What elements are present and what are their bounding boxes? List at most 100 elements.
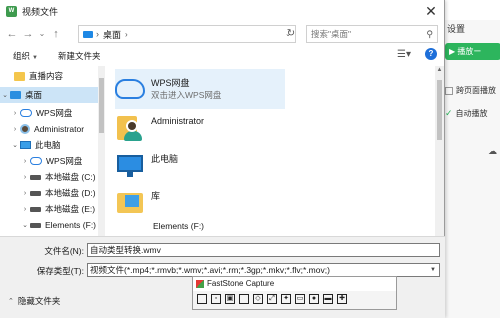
address-box[interactable]: › 桌面 › ⌄ bbox=[78, 25, 296, 43]
savetype-select[interactable]: 视频文件(*.mp4;*.rmvb;*.wmv;*.avi;*.rm;*.3gp… bbox=[87, 263, 440, 277]
desktop-icon bbox=[10, 91, 21, 99]
new-folder-button[interactable]: 新建文件夹 bbox=[58, 50, 101, 62]
navigation-pane: 直播内容 ⌄ 桌面 › WPS网盘 › Administrator ⌄ 此电脑 … bbox=[0, 66, 105, 236]
search-icon[interactable]: ⚲ bbox=[426, 26, 433, 42]
faststone-title: FastStone Capture bbox=[207, 279, 275, 288]
filename-value: 自动类型转换.wmv bbox=[90, 245, 161, 255]
nav-item-this-pc[interactable]: ⌄ 此电脑 bbox=[10, 137, 60, 153]
option-cross-page[interactable]: 跨页面播放 bbox=[445, 85, 496, 96]
nav-label: Administrator bbox=[34, 124, 85, 134]
chevron-right-icon[interactable]: › bbox=[10, 126, 20, 133]
capture-scroll-icon[interactable]: ✦ bbox=[281, 294, 291, 304]
user-folder-icon bbox=[115, 112, 145, 142]
address-location[interactable]: 桌面 bbox=[103, 28, 121, 41]
chevron-right-icon[interactable]: › bbox=[20, 206, 30, 213]
play-button[interactable]: ▶ 播放ー bbox=[445, 43, 500, 60]
capture-fullscreen-icon[interactable]: ⤢ bbox=[267, 294, 277, 304]
nav-item-wps-cloud[interactable]: › WPS网盘 bbox=[10, 105, 73, 121]
nav-item-desktop[interactable]: ⌄ 桌面 bbox=[0, 87, 98, 103]
capture-window-icon[interactable]: ▫ bbox=[211, 294, 221, 304]
file-scrollbar[interactable]: ▲ bbox=[435, 66, 444, 236]
cloud-icon bbox=[115, 74, 145, 104]
file-name: Administrator bbox=[151, 116, 205, 126]
capture-rect-icon[interactable] bbox=[239, 294, 249, 304]
nav-label: WPS网盘 bbox=[36, 108, 73, 118]
filename-input[interactable]: 自动类型转换.wmv bbox=[87, 243, 440, 257]
settings-label: 设置 bbox=[447, 24, 466, 34]
file-item-library[interactable]: 库 bbox=[115, 182, 285, 222]
nav-scroll-thumb[interactable] bbox=[99, 78, 104, 133]
capture-fixed-icon[interactable]: ▭ bbox=[295, 294, 305, 304]
address-chevron[interactable]: › bbox=[125, 30, 128, 39]
faststone-titlebar[interactable]: FastStone Capture bbox=[193, 277, 396, 291]
disk-icon bbox=[30, 206, 41, 212]
nav-label: 桌面 bbox=[25, 90, 43, 100]
settings-icon[interactable]: ✚ bbox=[337, 294, 347, 304]
savetype-label: 保存类型(T): bbox=[36, 266, 84, 276]
search-input[interactable]: 搜索"桌面" ⚲ bbox=[306, 25, 438, 43]
close-button[interactable]: ✕ bbox=[422, 2, 440, 20]
file-item-this-pc[interactable]: 此电脑 bbox=[115, 145, 285, 185]
nav-label: 本地磁盘 (C:) bbox=[45, 172, 96, 182]
library-icon bbox=[115, 187, 145, 217]
cloud-icon bbox=[30, 157, 42, 165]
recent-dropdown-icon[interactable]: ⌄ bbox=[36, 25, 48, 43]
file-list-pane: WPS网盘 双击进入WPS网盘 Administrator 此电脑 库 Elem… bbox=[109, 66, 435, 236]
open-icon[interactable] bbox=[197, 294, 207, 304]
chevron-right-icon[interactable]: › bbox=[20, 174, 30, 181]
nav-item-disk-e[interactable]: › 本地磁盘 (E:) bbox=[20, 201, 95, 217]
nav-item-live-content[interactable]: 直播内容 bbox=[14, 68, 63, 84]
chevron-right-icon[interactable]: › bbox=[20, 190, 30, 197]
nav-item-administrator[interactable]: › Administrator bbox=[10, 121, 84, 137]
nav-item-disk-f[interactable]: ⌄ Elements (F:) bbox=[20, 217, 96, 233]
scroll-up-icon[interactable]: ▲ bbox=[436, 67, 443, 73]
background-app-panel: 设置 ▶ 播放ー 跨页面播放 ✓ 自动播放 ☁ bbox=[440, 0, 500, 318]
chevron-down-icon[interactable]: ⌄ bbox=[10, 141, 20, 149]
forward-arrow-icon[interactable]: → bbox=[20, 25, 36, 43]
file-item-elements[interactable]: Elements (F:) bbox=[153, 221, 204, 231]
output-icon[interactable]: ▬ bbox=[323, 294, 333, 304]
view-options-icon[interactable]: ☰▾ bbox=[397, 49, 411, 60]
check-icon[interactable]: ✓ bbox=[445, 108, 453, 119]
savetype-value: 视频文件(*.mp4;*.rmvb;*.wmv;*.avi;*.rm;*.3gp… bbox=[90, 265, 330, 275]
chevron-down-icon[interactable]: ⌄ bbox=[0, 91, 10, 99]
address-separator: › bbox=[96, 29, 99, 39]
capture-freehand-icon[interactable]: ◇ bbox=[253, 294, 263, 304]
nav-label: Elements (F:) bbox=[45, 220, 97, 230]
hide-folders-toggle[interactable]: ⌃ 隐藏文件夹 bbox=[8, 295, 60, 307]
faststone-tools: ▫ ▣ ◇ ⤢ ✦ ▭ ● ▬ ✚ bbox=[193, 291, 396, 307]
file-item-wps-cloud[interactable]: WPS网盘 双击进入WPS网盘 bbox=[115, 69, 285, 109]
file-subtitle: 双击进入WPS网盘 bbox=[151, 90, 222, 100]
chevron-right-icon[interactable]: › bbox=[20, 158, 30, 165]
option-auto-play[interactable]: ✓ 自动播放 bbox=[445, 108, 488, 119]
organize-menu[interactable]: 组织 ▼ bbox=[13, 50, 38, 62]
background-topbar bbox=[441, 0, 500, 20]
nav-item-wps-cloud-2[interactable]: › WPS网盘 bbox=[20, 153, 83, 169]
capture-object-icon[interactable]: ▣ bbox=[225, 294, 235, 304]
chevron-down-icon[interactable]: ⌄ bbox=[20, 221, 30, 229]
faststone-logo-icon bbox=[196, 280, 204, 288]
dialog-title: 视频文件 bbox=[22, 6, 59, 17]
nav-item-disk-c[interactable]: › 本地磁盘 (C:) bbox=[20, 169, 96, 185]
auto-play-label: 自动播放 bbox=[455, 109, 488, 118]
search-placeholder: 搜索"桌面" bbox=[311, 29, 352, 39]
record-icon[interactable]: ● bbox=[309, 294, 319, 304]
dropdown-icon: ▼ bbox=[430, 267, 436, 273]
hide-folders-label: 隐藏文件夹 bbox=[17, 296, 61, 306]
nav-item-disk-d[interactable]: › 本地磁盘 (D:) bbox=[20, 185, 96, 201]
refresh-icon[interactable]: ↻ bbox=[284, 25, 298, 43]
file-scroll-thumb[interactable] bbox=[437, 80, 442, 140]
back-arrow-icon[interactable]: ← bbox=[4, 25, 20, 43]
nav-scrollbar[interactable] bbox=[98, 66, 105, 236]
faststone-capture-toolbar[interactable]: FastStone Capture ▫ ▣ ◇ ⤢ ✦ ▭ ● ▬ ✚ bbox=[192, 276, 397, 310]
cross-page-checkbox[interactable] bbox=[445, 86, 453, 95]
file-item-administrator[interactable]: Administrator bbox=[115, 107, 285, 147]
cloud-icon bbox=[20, 109, 32, 117]
cloud-small-icon[interactable]: ☁ bbox=[488, 146, 497, 157]
filename-label: 文件名(N): bbox=[44, 246, 84, 256]
help-icon[interactable]: ? bbox=[425, 48, 437, 60]
up-arrow-icon[interactable]: ↑ bbox=[48, 25, 64, 43]
command-toolbar: 组织 ▼ 新建文件夹 ☰▾ ? bbox=[0, 46, 445, 66]
chevron-right-icon[interactable]: › bbox=[10, 110, 20, 117]
pc-icon bbox=[115, 150, 145, 180]
